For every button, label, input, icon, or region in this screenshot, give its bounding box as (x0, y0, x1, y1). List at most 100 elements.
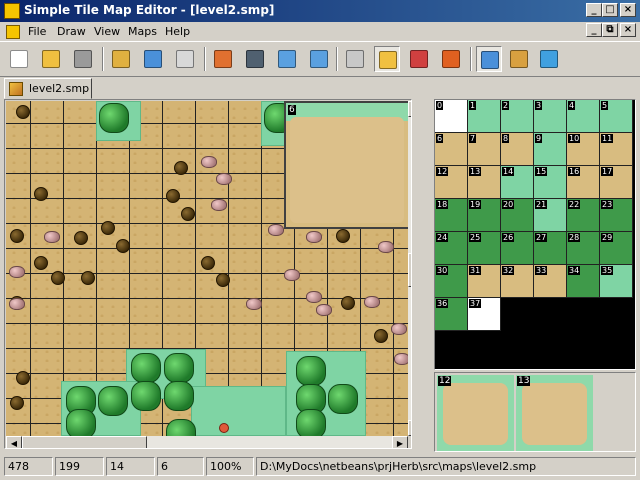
tile-number: 33 (535, 266, 548, 275)
tile-35[interactable]: 35 (600, 265, 633, 298)
save-map-button[interactable] (70, 46, 96, 72)
map-view-button[interactable] (476, 46, 502, 72)
menu-maps[interactable]: Maps (128, 25, 157, 38)
brush-13[interactable]: 13 (516, 375, 593, 451)
vertical-scroll-thumb[interactable] (408, 253, 411, 287)
app-icon[interactable] (4, 3, 20, 19)
tile-number: 30 (436, 266, 449, 275)
document-tabs: level2.smp (0, 77, 640, 99)
minimize-button[interactable]: _ (586, 3, 602, 17)
tile-5[interactable]: 5 (600, 100, 633, 133)
layer-button[interactable] (242, 46, 268, 72)
tile-17[interactable]: 17 (600, 166, 633, 199)
tile-14[interactable]: 14 (501, 166, 534, 199)
tile-19[interactable]: 19 (468, 199, 501, 232)
tile-20[interactable]: 20 (501, 199, 534, 232)
tile-23[interactable]: 23 (600, 199, 633, 232)
pencil-draw-button[interactable] (374, 46, 400, 72)
tile-9[interactable]: 9 (534, 133, 567, 166)
zoom-in-button[interactable] (274, 46, 300, 72)
grid-view-button[interactable] (506, 46, 532, 72)
vertical-scrollbar[interactable]: ▲ ▼ (408, 101, 411, 436)
tile-34[interactable]: 34 (567, 265, 600, 298)
fill-bucket-button[interactable] (406, 46, 432, 72)
close-button[interactable]: × (620, 3, 636, 17)
tile-10[interactable]: 10 (567, 133, 600, 166)
tile-29[interactable]: 29 (600, 232, 633, 265)
tile-13[interactable]: 13 (468, 166, 501, 199)
open-tileset-button[interactable] (108, 46, 134, 72)
tile-37[interactable]: 37 (468, 298, 501, 331)
status-bar: 478 199 14 6 100% D:\MyDocs\netbeans\prj… (0, 455, 640, 480)
horizontal-scrollbar[interactable]: ◀ ▶ (6, 436, 408, 448)
rock (51, 271, 65, 285)
menu-file[interactable]: File (28, 25, 46, 38)
tile-view-button[interactable] (536, 46, 562, 72)
tile-22[interactable]: 22 (567, 199, 600, 232)
mdi-minimize-button[interactable]: _ (586, 23, 602, 37)
tile-25[interactable]: 25 (468, 232, 501, 265)
tile-11[interactable]: 11 (600, 133, 633, 166)
tile-26[interactable]: 26 (501, 232, 534, 265)
tab-label: level2.smp (29, 82, 90, 95)
grid-toggle-button[interactable] (210, 46, 236, 72)
brush-12[interactable]: 12 (437, 375, 514, 451)
tile-0[interactable]: 0 (435, 100, 468, 133)
tile-number: 14 (502, 167, 515, 176)
select-rectangle-button[interactable] (342, 46, 368, 72)
pencil-draw-icon (379, 51, 397, 69)
new-map-button[interactable] (6, 46, 32, 72)
status-tile-col: 14 (106, 457, 155, 476)
tile-number: 22 (568, 200, 581, 209)
tile-view-icon (540, 50, 558, 68)
tile-12[interactable]: 12 (435, 166, 468, 199)
tile-1[interactable]: 1 (468, 100, 501, 133)
mdi-restore-button[interactable]: ⧉ (602, 23, 618, 37)
scroll-right-button[interactable]: ▶ (392, 436, 408, 448)
maximize-button[interactable]: □ (602, 3, 618, 17)
toolbar (0, 41, 640, 77)
binary-data-button[interactable] (172, 46, 198, 72)
tile-30[interactable]: 30 (435, 265, 468, 298)
tile-31[interactable]: 31 (468, 265, 501, 298)
tree (99, 103, 129, 133)
tile-3[interactable]: 3 (534, 100, 567, 133)
tree (131, 381, 161, 411)
rock (10, 229, 24, 243)
menu-view[interactable]: View (94, 25, 120, 38)
scroll-left-button[interactable]: ◀ (6, 436, 22, 448)
tile-4[interactable]: 4 (567, 100, 600, 133)
mdi-close-button[interactable]: × (620, 23, 636, 37)
tile-2[interactable]: 2 (501, 100, 534, 133)
map-canvas[interactable]: 6 (6, 101, 408, 436)
menu-draw[interactable]: Draw (57, 25, 86, 38)
scroll-down-button[interactable]: ▼ (408, 420, 411, 436)
tile-27[interactable]: 27 (534, 232, 567, 265)
tile-33[interactable]: 33 (534, 265, 567, 298)
document-icon[interactable] (6, 25, 20, 39)
open-map-button[interactable] (38, 46, 64, 72)
tile-6[interactable]: 6 (435, 133, 468, 166)
tile-18[interactable]: 18 (435, 199, 468, 232)
scroll-up-button[interactable]: ▲ (408, 101, 411, 117)
tile-24[interactable]: 24 (435, 232, 468, 265)
tile-16[interactable]: 16 (567, 166, 600, 199)
horizontal-scroll-thumb[interactable] (22, 436, 147, 448)
tile-21[interactable]: 21 (534, 199, 567, 232)
menu-help[interactable]: Help (165, 25, 190, 38)
tile-number: 16 (568, 167, 581, 176)
import-image-button[interactable] (140, 46, 166, 72)
tile-8[interactable]: 8 (501, 133, 534, 166)
tile-28[interactable]: 28 (567, 232, 600, 265)
tile-36[interactable]: 36 (435, 298, 468, 331)
rock (81, 271, 95, 285)
zoom-in-icon (278, 50, 296, 68)
tile-7[interactable]: 7 (468, 133, 501, 166)
tile-number: 29 (601, 233, 614, 242)
tile-number: 27 (535, 233, 548, 242)
tab-level2[interactable]: level2.smp (4, 78, 92, 99)
tile-32[interactable]: 32 (501, 265, 534, 298)
tile-15[interactable]: 15 (534, 166, 567, 199)
erase-button[interactable] (438, 46, 464, 72)
zoom-out-button[interactable] (306, 46, 332, 72)
